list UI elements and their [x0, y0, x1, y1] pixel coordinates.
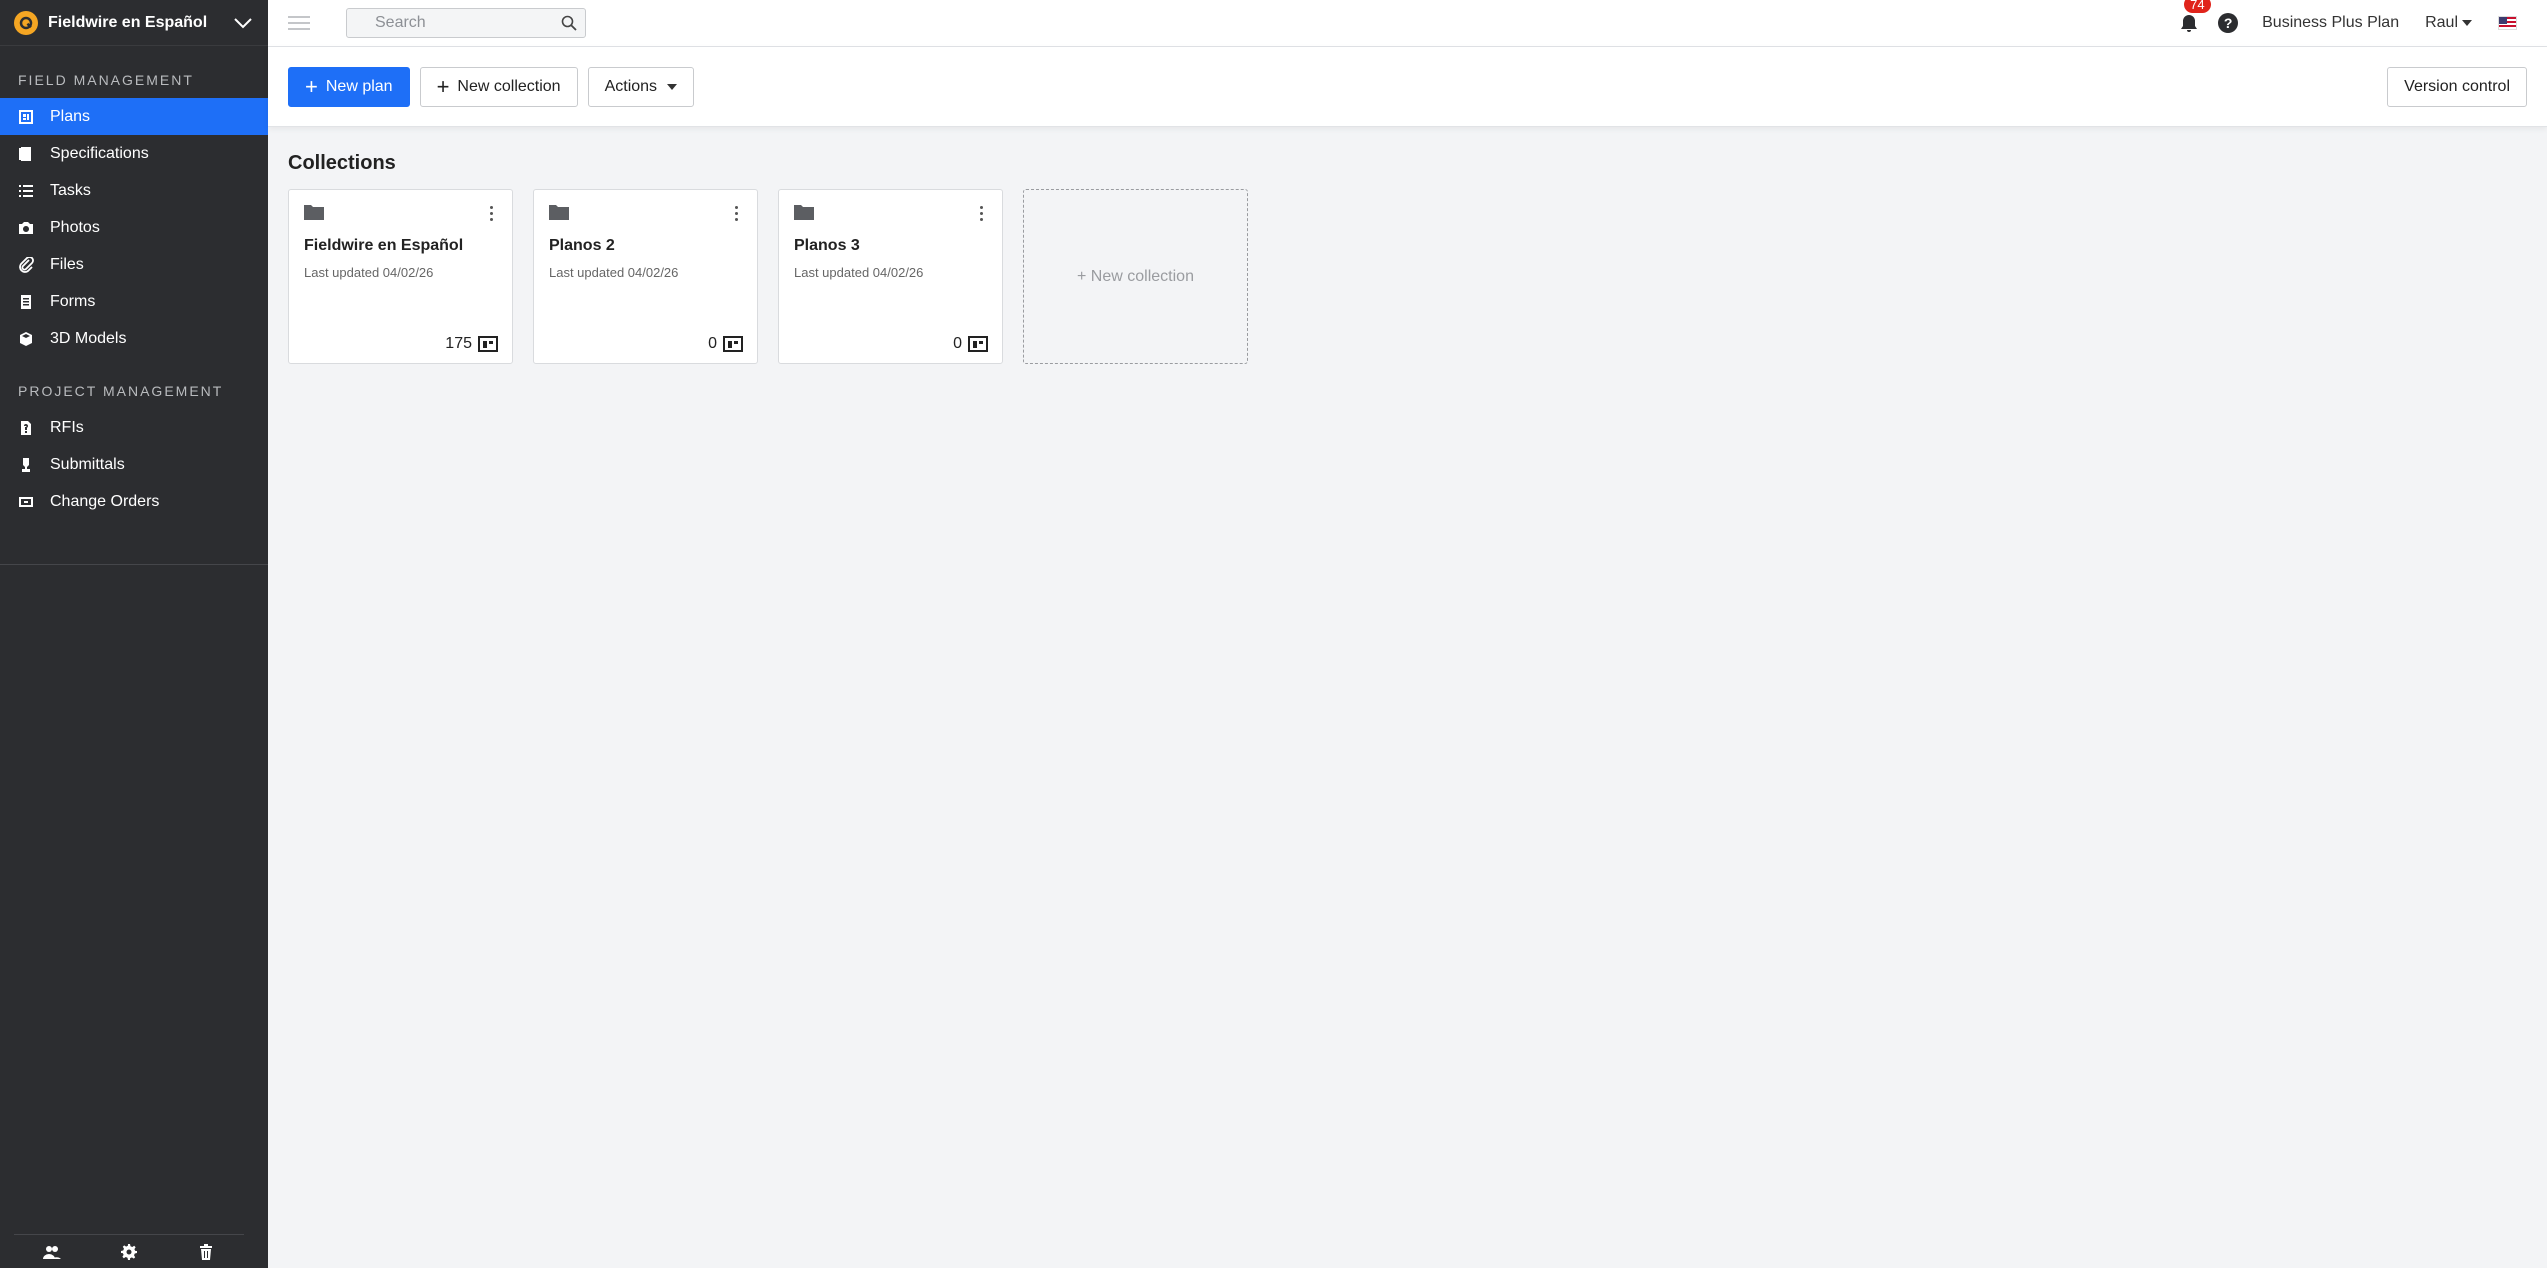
- sidebar-item-label: 3D Models: [50, 329, 127, 347]
- new-collection-button[interactable]: + New collection: [419, 66, 578, 107]
- tasks-icon: [18, 183, 34, 199]
- plan-count-value: 175: [445, 335, 472, 352]
- folder-icon: [304, 205, 324, 224]
- new-plan-label: New plan: [325, 77, 393, 95]
- page-title: Collections: [288, 152, 396, 174]
- collection-card[interactable]: Planos 2 Last updated 04/02/26 0: [533, 189, 758, 364]
- project-name: Fieldwire en Español: [48, 13, 208, 31]
- sidebar-item-label: Photos: [50, 218, 100, 236]
- sidebar-item-forms[interactable]: Forms: [0, 283, 268, 320]
- collection-last-updated: Last updated 04/02/26: [304, 265, 434, 280]
- collection-title: Planos 3: [794, 237, 860, 254]
- chevron-down-icon[interactable]: [232, 12, 254, 34]
- sidebar: Fieldwire en Español FIELD MANAGEMENT Pl…: [0, 0, 268, 1268]
- search-icon[interactable]: [561, 15, 577, 31]
- sidebar-item-rfis[interactable]: RFIs: [0, 409, 268, 446]
- fieldwire-logo-icon: [14, 10, 38, 35]
- plus-icon: +: [305, 73, 318, 99]
- rfi-icon: [18, 420, 34, 436]
- us-flag-icon[interactable]: [2498, 16, 2517, 30]
- top-bar: Search 74 ? Business Plus Plan Raul: [268, 0, 2547, 47]
- plan-count: 175: [445, 335, 498, 353]
- sidebar-footer: [14, 1234, 244, 1268]
- notification-badge: 74: [2184, 0, 2211, 13]
- collection-title: Fieldwire en Español: [304, 237, 464, 254]
- plan-sheet-icon: [723, 336, 743, 352]
- caret-down-icon: [667, 83, 678, 90]
- help-icon[interactable]: ?: [2218, 13, 2239, 33]
- user-name: Raul: [2425, 14, 2458, 31]
- toolbar: + New plan + New collection Actions Vers…: [268, 47, 2547, 127]
- specifications-icon: [18, 146, 34, 162]
- more-options-icon[interactable]: [733, 204, 739, 222]
- plan-count-value: 0: [708, 335, 717, 352]
- actions-dropdown[interactable]: Actions: [587, 66, 695, 107]
- gear-icon[interactable]: [120, 1243, 138, 1261]
- new-plan-button[interactable]: + New plan: [288, 66, 410, 107]
- collection-card[interactable]: Planos 3 Last updated 04/02/26 0: [778, 189, 1003, 364]
- version-control-label: Version control: [2404, 77, 2510, 95]
- sidebar-item-submittals[interactable]: Submittals: [0, 446, 268, 483]
- actions-label: Actions: [604, 77, 658, 95]
- sidebar-item-label: RFIs: [50, 418, 84, 436]
- forms-icon: [18, 294, 34, 310]
- new-collection-card-label: + New collection: [1077, 267, 1194, 285]
- collection-card[interactable]: Fieldwire en Español Last updated 04/02/…: [288, 189, 513, 364]
- submittals-icon: [18, 457, 34, 473]
- sidebar-item-label: Plans: [50, 107, 91, 125]
- camera-icon: [18, 220, 34, 236]
- sidebar-item-label: Specifications: [50, 144, 149, 162]
- folder-icon: [794, 205, 814, 224]
- sidebar-divider: [0, 564, 268, 565]
- sidebar-item-change-orders[interactable]: Change Orders: [0, 483, 268, 520]
- trash-icon[interactable]: [197, 1243, 215, 1261]
- project-switcher[interactable]: Fieldwire en Español: [0, 0, 268, 46]
- sidebar-item-label: Submittals: [50, 455, 125, 473]
- plan-count-value: 0: [953, 335, 962, 352]
- more-options-icon[interactable]: [978, 204, 984, 222]
- sidebar-item-photos[interactable]: Photos: [0, 209, 268, 246]
- top-bar-right: 74 ? Business Plus Plan Raul: [2178, 0, 2547, 34]
- plus-icon: +: [436, 73, 450, 99]
- plan-count: 0: [953, 335, 988, 353]
- search-input[interactable]: Search: [346, 8, 586, 38]
- folder-icon: [549, 205, 569, 224]
- plan-sheet-icon: [478, 336, 498, 352]
- more-options-icon[interactable]: [488, 204, 494, 222]
- section-title-project-management: PROJECT MANAGEMENT: [18, 383, 224, 399]
- sidebar-item-specifications[interactable]: Specifications: [0, 135, 268, 172]
- sidebar-item-3d-models[interactable]: 3D Models: [0, 320, 268, 357]
- sidebar-item-files[interactable]: Files: [0, 246, 268, 283]
- new-collection-card[interactable]: + New collection: [1023, 189, 1248, 364]
- main-content: Collections Fieldwire en Español Last up…: [288, 152, 1268, 364]
- sidebar-item-label: Forms: [50, 292, 96, 310]
- collection-last-updated: Last updated 04/02/26: [549, 265, 679, 280]
- sidebar-item-label: Files: [50, 255, 84, 273]
- sidebar-item-label: Change Orders: [50, 492, 160, 510]
- collection-last-updated: Last updated 04/02/26: [794, 265, 924, 280]
- plan-count: 0: [708, 335, 743, 353]
- version-control-button[interactable]: Version control: [2387, 66, 2527, 107]
- plan-sheet-icon: [968, 336, 988, 352]
- cube-icon: [18, 331, 34, 347]
- hamburger-menu-icon[interactable]: [288, 12, 310, 34]
- search-placeholder: Search: [375, 14, 426, 31]
- sidebar-item-plans[interactable]: Plans: [0, 98, 268, 135]
- collections-grid: Fieldwire en Español Last updated 04/02/…: [288, 189, 1268, 364]
- paperclip-icon: [18, 256, 34, 273]
- sidebar-item-tasks[interactable]: Tasks: [0, 172, 268, 209]
- caret-down-icon: [2462, 20, 2472, 26]
- collection-title: Planos 2: [549, 237, 615, 254]
- plan-name[interactable]: Business Plus Plan: [2262, 14, 2399, 32]
- plans-icon: [18, 109, 34, 125]
- new-collection-label: New collection: [457, 77, 561, 95]
- notifications-button[interactable]: 74: [2178, 0, 2211, 34]
- change-orders-icon: [18, 494, 34, 510]
- people-icon[interactable]: [43, 1243, 62, 1261]
- sidebar-item-label: Tasks: [50, 181, 91, 199]
- section-title-field-management: FIELD MANAGEMENT: [18, 72, 194, 88]
- bell-icon: [2181, 15, 2198, 32]
- user-menu[interactable]: Raul: [2425, 14, 2472, 32]
